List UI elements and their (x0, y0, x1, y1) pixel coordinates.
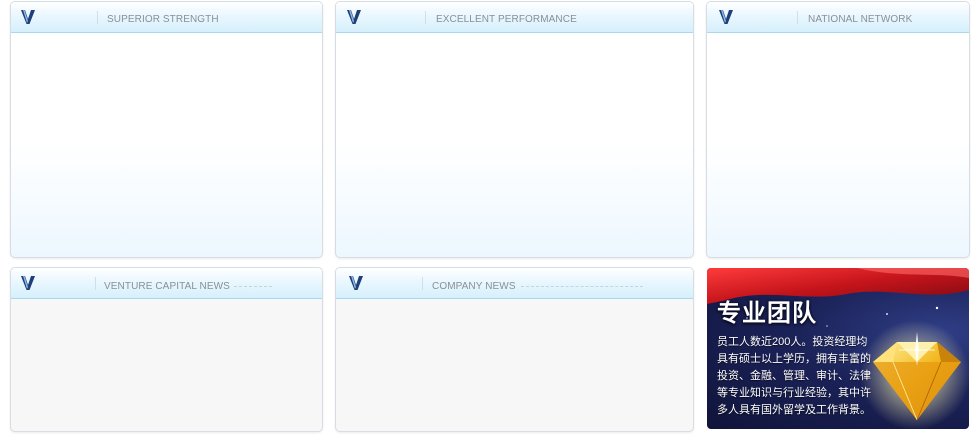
panel-company-news: COMPANY NEWS (335, 267, 694, 432)
v-logo-icon (347, 10, 361, 24)
v-logo-icon (349, 276, 363, 290)
panel-header: SUPERIOR STRENGTH (11, 2, 322, 33)
panel-title: NATIONAL NETWORK (808, 14, 913, 25)
v-logo-icon (21, 276, 35, 290)
header-divider (797, 11, 798, 24)
panel-title: SUPERIOR STRENGTH (107, 14, 219, 25)
panel-header: COMPANY NEWS (336, 268, 693, 299)
panel-title[interactable]: COMPANY NEWS (432, 281, 643, 292)
panel-excellent-performance: EXCELLENT PERFORMANCE (335, 1, 694, 258)
header-divider (97, 11, 98, 24)
v-logo-icon (719, 10, 733, 24)
panel-header: NATIONAL NETWORK (707, 2, 969, 33)
panel-venture-capital-news: VENTURE CAPITAL NEWS (10, 267, 323, 432)
panel-title: EXCELLENT PERFORMANCE (436, 14, 577, 25)
header-divider (95, 277, 96, 290)
panel-title[interactable]: VENTURE CAPITAL NEWS (104, 281, 272, 292)
team-banner[interactable]: 专业团队 员工人数近200人。投资经理均具有硕士以上学历，拥有丰富的投资、金融、… (707, 268, 969, 429)
panel-header: VENTURE CAPITAL NEWS (11, 268, 322, 299)
panel-header: EXCELLENT PERFORMANCE (336, 2, 693, 33)
header-divider (422, 277, 423, 290)
team-title: 专业团队 (717, 300, 817, 327)
team-description: 员工人数近200人。投资经理均具有硕士以上学历，拥有丰富的投资、金融、管理、审计… (717, 336, 871, 416)
panel-national-network: NATIONAL NETWORK (706, 1, 970, 258)
header-divider (425, 11, 426, 24)
panel-superior-strength: SUPERIOR STRENGTH (10, 1, 323, 258)
v-logo-icon (21, 10, 35, 24)
